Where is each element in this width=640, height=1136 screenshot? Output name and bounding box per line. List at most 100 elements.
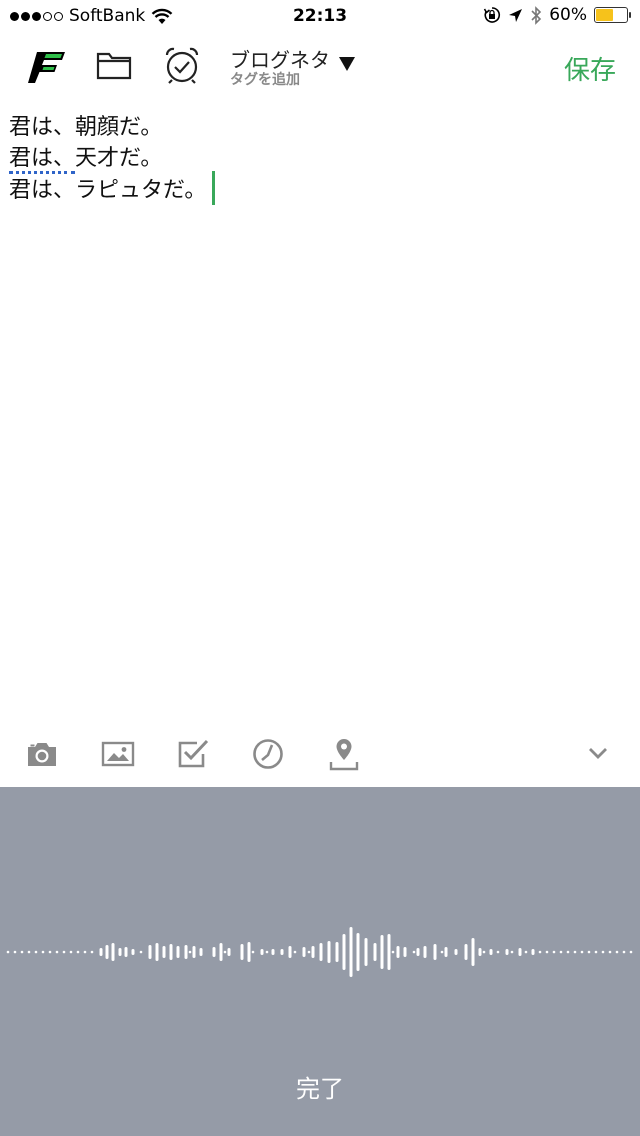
note-line-text: 天才だ。: [75, 146, 163, 171]
waveform-bar: [99, 948, 103, 956]
waveform-dot: [622, 950, 626, 954]
battery-level-fill: [596, 9, 614, 21]
camera-icon[interactable]: [25, 740, 59, 768]
waveform-dot: [90, 950, 94, 954]
waveform-dot: [27, 950, 31, 954]
waveform-bar: [184, 945, 188, 959]
waveform-bar: [219, 943, 223, 961]
waveform-dot: [496, 950, 500, 954]
status-bar: SoftBank 22:13 60%: [0, 0, 640, 36]
waveform-bar: [335, 942, 339, 962]
waveform-bar: [518, 948, 522, 956]
app-logo-icon[interactable]: [27, 50, 67, 84]
waveform-bar: [433, 944, 437, 960]
checkbox-icon[interactable]: [177, 738, 211, 770]
spellcheck-underlined-text[interactable]: 君は、: [9, 146, 76, 174]
waveform-bar: [192, 946, 196, 958]
bluetooth-icon: [531, 5, 542, 25]
waveform-dot: [391, 950, 395, 954]
image-icon[interactable]: [101, 740, 135, 768]
waveform-bar: [454, 949, 458, 955]
waveform-dot: [223, 950, 227, 954]
waveform-bar: [342, 934, 346, 970]
note-line: 君は、朝顔だ。: [9, 112, 629, 143]
note-toolbar: ブログネタ タグを追加 保存: [0, 38, 640, 96]
waveform-bar: [471, 938, 475, 966]
waveform-bar: [199, 948, 203, 956]
done-button[interactable]: 完了: [0, 1069, 640, 1104]
waveform-bar: [124, 947, 128, 957]
waveform-bar: [311, 946, 315, 958]
waveform-dot: [559, 950, 563, 954]
waveform-bar: [356, 933, 360, 971]
waveform-bar: [118, 948, 122, 956]
battery-icon: [594, 7, 631, 23]
waveform-bar: [327, 941, 331, 963]
waveform-bar: [227, 948, 231, 956]
orientation-lock-icon: [484, 7, 501, 23]
text-cursor: [212, 171, 216, 205]
waveform-dot: [20, 950, 24, 954]
waveform-bar: [416, 948, 420, 956]
waveform-dot: [615, 950, 619, 954]
chevron-down-icon[interactable]: [588, 746, 608, 760]
waveform-dot: [62, 950, 66, 954]
waveform-bar: [176, 946, 180, 958]
waveform-bar: [531, 949, 535, 955]
waveform-bar: [444, 947, 448, 957]
waveform-dot: [587, 950, 591, 954]
note-editor[interactable]: 君は、朝顔だ。 君は、天才だ。 君は、ラピュタだ。: [9, 112, 629, 205]
waveform-bar: [505, 949, 509, 955]
waveform-dot: [538, 950, 542, 954]
note-line-text: 君は、ラピュタだ。: [9, 178, 207, 203]
save-button[interactable]: 保存: [564, 50, 616, 87]
waveform-bar: [131, 949, 135, 955]
waveform-dot: [139, 950, 143, 954]
waveform-dot: [13, 950, 17, 954]
waveform-bar: [148, 945, 152, 959]
waveform-bar: [162, 946, 166, 958]
waveform-bar: [396, 946, 400, 958]
battery-percent: 60%: [549, 5, 587, 25]
waveform-dot: [6, 950, 10, 954]
waveform-dot: [34, 950, 38, 954]
add-tag-button[interactable]: タグを追加: [230, 69, 300, 89]
waveform-bar: [271, 949, 275, 955]
waveform-bar: [247, 942, 251, 962]
waveform-dot: [307, 950, 311, 954]
waveform-bar: [349, 927, 353, 977]
waveform-dot: [69, 950, 73, 954]
dropdown-triangle-icon[interactable]: [338, 56, 356, 72]
waveform-bar: [319, 943, 323, 961]
waveform-dot: [41, 950, 45, 954]
waveform-bar: [280, 949, 284, 955]
waveform-bar: [380, 935, 384, 969]
waveform-dot: [545, 950, 549, 954]
waveform-dot: [440, 950, 444, 954]
location-pin-icon[interactable]: [328, 736, 360, 772]
waveform-bar: [387, 934, 391, 970]
waveform-dot: [188, 950, 192, 954]
note-line: 君は、ラピュタだ。: [9, 171, 629, 205]
waveform-bar: [111, 943, 115, 961]
waveform-dot: [83, 950, 87, 954]
waveform-bar: [288, 946, 292, 958]
waveform-bar: [212, 947, 216, 957]
waveform-dot: [608, 950, 612, 954]
insert-toolbar: [0, 728, 640, 784]
waveform-dot: [265, 950, 269, 954]
folder-icon[interactable]: [96, 50, 132, 80]
waveform-bar: [302, 947, 306, 957]
waveform-bar: [105, 945, 109, 959]
waveform-bar: [403, 947, 407, 957]
alarm-clock-icon[interactable]: [164, 46, 200, 84]
clock-icon[interactable]: [252, 738, 284, 770]
waveform-dot: [566, 950, 570, 954]
waveform-dot: [552, 950, 556, 954]
waveform-bar: [464, 944, 468, 960]
status-right: 60%: [483, 5, 631, 25]
location-arrow-icon: [509, 8, 523, 22]
waveform-dot: [629, 950, 633, 954]
waveform-dot: [293, 950, 297, 954]
waveform-dot: [594, 950, 598, 954]
